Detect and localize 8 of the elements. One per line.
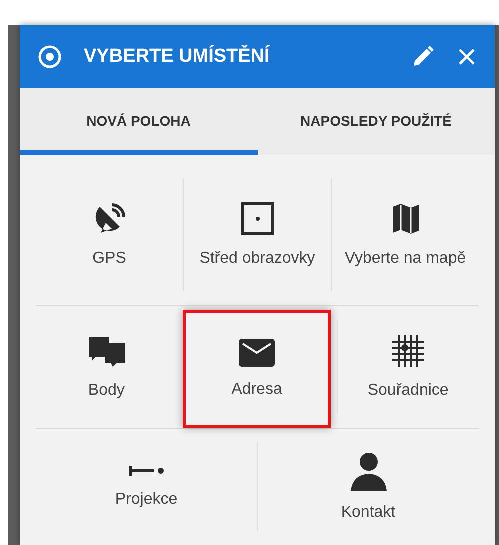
- target-icon: [38, 44, 62, 68]
- grid-point-icon: [390, 332, 426, 369]
- line-to-point-icon: [128, 464, 164, 478]
- envelope-icon: [238, 338, 276, 368]
- close-button[interactable]: [457, 46, 477, 66]
- edit-button[interactable]: [411, 44, 435, 68]
- location-option[interactable]: Adresa: [183, 310, 331, 428]
- dialog-title: VYBERTE UMÍSTĚNÍ: [84, 46, 272, 68]
